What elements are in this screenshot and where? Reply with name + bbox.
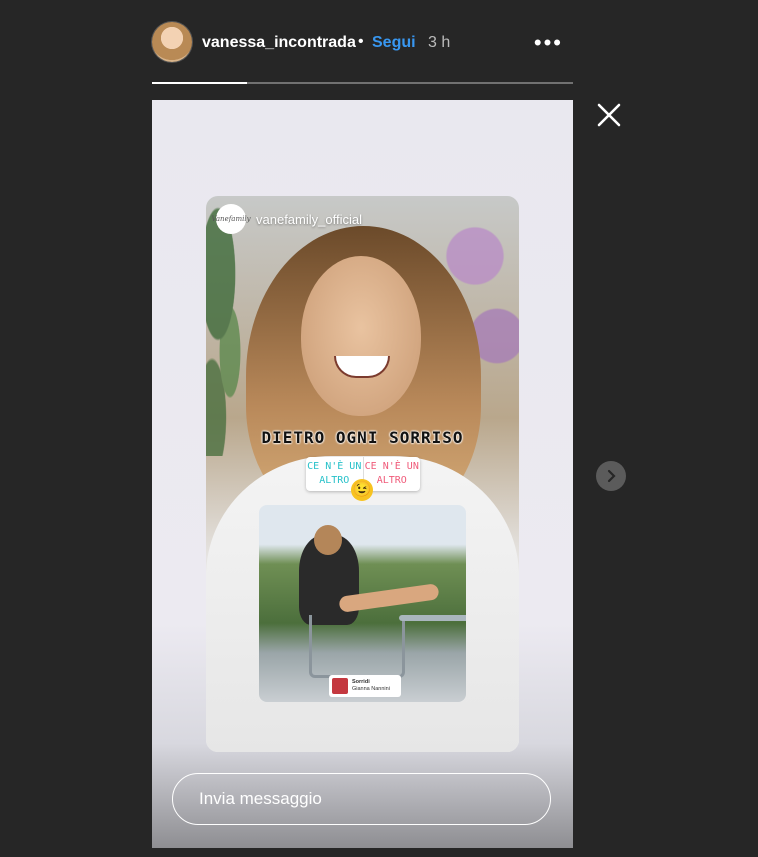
follow-button[interactable]: Segui: [372, 34, 416, 52]
music-info: Sorridi Gianna Nannini: [352, 679, 390, 693]
story-timestamp: 3 h: [428, 34, 451, 51]
story-progress-bar: [152, 82, 573, 84]
username[interactable]: vanessa_incontrada: [202, 34, 356, 52]
photo-person-head: [314, 525, 342, 555]
music-sticker[interactable]: Sorridi Gianna Nannini: [329, 675, 401, 697]
music-title: Sorridi: [352, 679, 370, 685]
photo-chair: [309, 615, 405, 678]
embedded-photo[interactable]: Sorridi Gianna Nannini: [259, 505, 466, 702]
user-avatar[interactable]: [152, 22, 192, 62]
close-icon[interactable]: [594, 100, 624, 130]
story-header: vanessa_incontrada • Segui 3 h •••: [152, 22, 573, 66]
album-cover-icon: [332, 678, 348, 694]
photo-table: [399, 615, 466, 621]
portrait-face: [301, 256, 421, 416]
repost-owner[interactable]: Vanefamily vanefamily_official: [211, 204, 362, 234]
wink-emoji: 😉: [351, 479, 373, 501]
poll-option-b-line1: CE N'È UN: [364, 461, 419, 472]
owner-username[interactable]: vanefamily_official: [256, 212, 362, 227]
reply-input[interactable]: Invia messaggio: [172, 773, 551, 825]
owner-avatar[interactable]: Vanefamily: [211, 204, 251, 234]
music-artist: Gianna Nannini: [352, 686, 390, 692]
story-headline: DIETRO OGNI SORRISO: [261, 428, 464, 447]
chevron-right-icon: [607, 469, 616, 483]
reposted-story[interactable]: Vanefamily vanefamily_official DIETRO OG…: [206, 196, 519, 752]
separator-dot: •: [358, 33, 364, 50]
more-options-icon[interactable]: •••: [534, 30, 563, 56]
reply-placeholder: Invia messaggio: [199, 789, 322, 808]
next-story-button[interactable]: [596, 461, 626, 491]
story-content[interactable]: Vanefamily vanefamily_official DIETRO OG…: [152, 100, 573, 848]
story-progress-fill: [152, 82, 247, 84]
poll-option-a-line1: CE N'È UN: [307, 461, 362, 472]
